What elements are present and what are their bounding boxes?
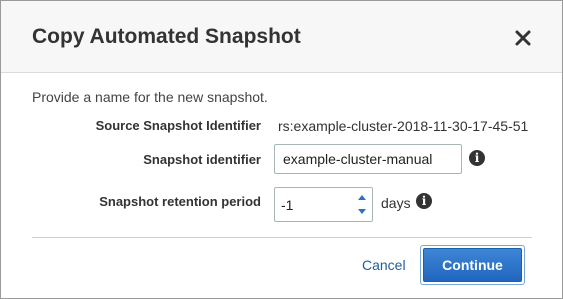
info-icon[interactable]: i bbox=[416, 193, 432, 209]
retention-period-input[interactable] bbox=[275, 188, 351, 221]
retention-period-stepper[interactable] bbox=[274, 187, 373, 222]
increment-arrow-icon[interactable] bbox=[352, 189, 372, 205]
close-icon[interactable] bbox=[513, 28, 533, 48]
copy-snapshot-dialog: Copy Automated Snapshot Provide a name f… bbox=[0, 0, 563, 299]
cancel-button[interactable]: Cancel bbox=[362, 257, 406, 273]
dialog-header: Copy Automated Snapshot bbox=[1, 1, 562, 73]
footer-divider bbox=[32, 237, 532, 238]
dialog-title: Copy Automated Snapshot bbox=[32, 25, 301, 48]
source-snapshot-value: rs:example-cluster-2018-11-30-17-45-51 bbox=[278, 118, 529, 134]
snapshot-identifier-input[interactable] bbox=[274, 144, 462, 174]
retention-period-label: Snapshot retention period bbox=[99, 194, 261, 209]
continue-button-focus-ring: Continue bbox=[420, 245, 525, 285]
snapshot-identifier-label: Snapshot identifier bbox=[143, 152, 261, 167]
continue-button[interactable]: Continue bbox=[423, 248, 522, 282]
info-icon[interactable]: i bbox=[469, 150, 485, 166]
retention-unit: days bbox=[381, 195, 411, 211]
decrement-arrow-icon[interactable] bbox=[352, 204, 372, 220]
intro-text: Provide a name for the new snapshot. bbox=[32, 89, 268, 105]
source-snapshot-label: Source Snapshot Identifier bbox=[95, 118, 261, 133]
